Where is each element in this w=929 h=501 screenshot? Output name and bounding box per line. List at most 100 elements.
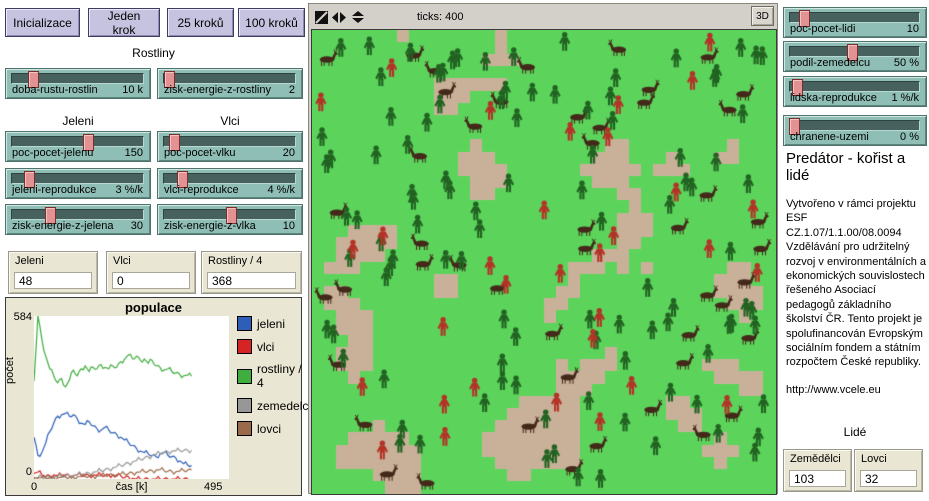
legend-item-lovci: lovci: [237, 421, 311, 436]
slider-label: lidska-reprodukce: [790, 92, 877, 104]
plot-canvas: [34, 316, 229, 479]
slider-value: 3 %/k: [115, 184, 143, 196]
section-lide: Lidé: [783, 425, 927, 439]
legend-swatch-jeleni: [237, 316, 252, 331]
monitor-value: 0: [112, 272, 190, 289]
legend-item-vlci: vlci: [237, 339, 311, 354]
3d-button[interactable]: 3D: [751, 6, 774, 26]
monitor-vlci: Vlci 0: [106, 251, 196, 294]
legend-label: lovci: [257, 422, 281, 436]
slider-label: jeleni-reprodukce: [12, 184, 96, 196]
monitor-label: Vlci: [113, 255, 195, 267]
slider-value: 30: [131, 220, 143, 232]
plot-legend: jeleni vlci rostliny / 4 zemedelci lovci: [237, 316, 311, 444]
slider-lidska-reprodukce[interactable]: lidska-reprodukce 1 %/k: [783, 76, 927, 107]
slider-label: vlci-reprodukce: [164, 184, 239, 196]
slider-label: zisk-energie-z-jelena: [12, 220, 114, 232]
one-step-button[interactable]: Jeden krok: [88, 8, 160, 37]
plot-area: [34, 316, 229, 479]
legend-item-rostliny: rostliny / 4: [237, 362, 311, 390]
slider-track[interactable]: [163, 173, 296, 184]
section-vlci: Vlci: [157, 114, 303, 128]
monitor-zemedelci: Zemědělci 103: [783, 449, 852, 492]
ticks-counter: ticks: 400: [417, 11, 463, 23]
netlogo-app: Inicializace Jeden krok 25 kroků 100 kro…: [0, 0, 929, 501]
slider-value: 10 k: [122, 84, 143, 96]
100-steps-button[interactable]: 100 kroků: [238, 8, 305, 37]
slider-track[interactable]: [11, 136, 144, 147]
info-panel: Predátor - kořist a lidé Vytvořeno v rám…: [786, 150, 926, 396]
monitor-label: Lovci: [861, 453, 922, 465]
website-url[interactable]: http://www.vcele.eu: [786, 384, 926, 396]
slider-track[interactable]: [789, 12, 920, 23]
world-view: ticks: 400 3D: [308, 3, 778, 494]
slider-track[interactable]: [11, 173, 144, 184]
slider-jeleni-reprodukce[interactable]: jeleni-reprodukce 3 %/k: [5, 168, 151, 199]
slider-track[interactable]: [789, 81, 920, 92]
y-axis-title: počet: [4, 357, 16, 384]
legend-label: rostliny / 4: [257, 362, 311, 390]
slider-track[interactable]: [11, 209, 144, 220]
monitor-label: Jeleni: [15, 255, 97, 267]
population-plot: populace 584 0 počet 0 čas [k] 495 jelen…: [5, 297, 302, 496]
slider-zisk-energie-z-jelena[interactable]: zisk-energie-z-jelena 30: [5, 204, 151, 235]
slider-poc-pocet-lidi[interactable]: poc-pocet-lidi 10: [783, 7, 927, 38]
monitor-lovci: Lovci 32: [854, 449, 923, 492]
slider-value: 10: [907, 23, 919, 35]
slider-chranene-uzemi[interactable]: chranene-uzemi 0 %: [783, 115, 927, 146]
monitor-label: Rostliny / 4: [208, 255, 301, 267]
slider-track[interactable]: [789, 46, 920, 57]
slider-track[interactable]: [11, 73, 144, 84]
slider-doba-rustu-rostlin[interactable]: doba-rustu-rostlin 10 k: [5, 68, 151, 99]
slider-value: 1 %/k: [891, 92, 919, 104]
init-button[interactable]: Inicializace: [5, 8, 80, 37]
legend-label: jeleni: [257, 317, 285, 331]
monitor-value: 32: [860, 470, 917, 487]
slider-label: poc-pocet-jelenu: [12, 147, 93, 159]
slider-value: 0 %: [900, 131, 919, 143]
slider-value: 20: [283, 147, 295, 159]
slider-label: chranene-uzemi: [790, 131, 869, 143]
vertical-arrows-icon[interactable]: [351, 11, 365, 24]
view-header: ticks: 400 3D: [311, 6, 775, 28]
slider-vlci-reprodukce[interactable]: vlci-reprodukce 4 %/k: [157, 168, 303, 199]
legend-swatch-lovci: [237, 421, 252, 436]
x-axis-title: čas [k]: [34, 481, 229, 493]
reset-perspective-icon[interactable]: [315, 11, 328, 24]
legend-item-jeleni: jeleni: [237, 316, 311, 331]
slider-value: 2: [289, 84, 295, 96]
slider-value: 50 %: [894, 57, 919, 69]
monitor-jeleni: Jeleni 48: [8, 251, 98, 294]
section-rostliny: Rostliny: [0, 46, 307, 60]
slider-label: zisk-energie-z-rostliny: [164, 84, 271, 96]
legend-swatch-zemedelci: [237, 398, 252, 413]
slider-label: poc-pocet-vlku: [164, 147, 236, 159]
slider-track[interactable]: [789, 120, 920, 131]
section-jeleni: Jeleni: [5, 114, 151, 128]
slider-label: doba-rustu-rostlin: [12, 84, 98, 96]
slider-value: 4 %/k: [267, 184, 295, 196]
monitor-rostliny: Rostliny / 4 368: [201, 251, 302, 294]
legend-swatch-vlci: [237, 339, 252, 354]
y-min-label: 0: [8, 466, 32, 478]
monitor-value: 48: [14, 272, 92, 289]
slider-track[interactable]: [163, 73, 296, 84]
slider-value: 150: [125, 147, 143, 159]
slider-poc-pocet-jelenu[interactable]: poc-pocet-jelenu 150: [5, 131, 151, 162]
model-title: Predátor - kořist a lidé: [786, 150, 926, 184]
slider-label: poc-pocet-lidi: [790, 23, 855, 35]
slider-zisk-energie-z-rostliny[interactable]: zisk-energie-z-rostliny 2: [157, 68, 303, 99]
monitor-label: Zemědělci: [790, 453, 851, 465]
slider-track[interactable]: [163, 136, 296, 147]
slider-poc-pocet-vlku[interactable]: poc-pocet-vlku 20: [157, 131, 303, 162]
slider-zisk-energie-z-vlka[interactable]: zisk-energie-z-vlka10: [157, 204, 303, 235]
slider-track[interactable]: [163, 209, 296, 220]
legend-label: zemedelci: [257, 399, 311, 413]
legend-label: vlci: [257, 340, 274, 354]
legend-swatch-rostliny: [237, 369, 252, 384]
horizontal-arrows-icon[interactable]: [332, 11, 347, 24]
slider-label: podil-zemedelcu: [790, 57, 870, 69]
slider-podil-zemedelcu[interactable]: podil-zemedelcu 50 %: [783, 41, 927, 72]
25-steps-button[interactable]: 25 kroků: [167, 8, 234, 37]
legend-item-zemedelci: zemedelci: [237, 398, 311, 413]
